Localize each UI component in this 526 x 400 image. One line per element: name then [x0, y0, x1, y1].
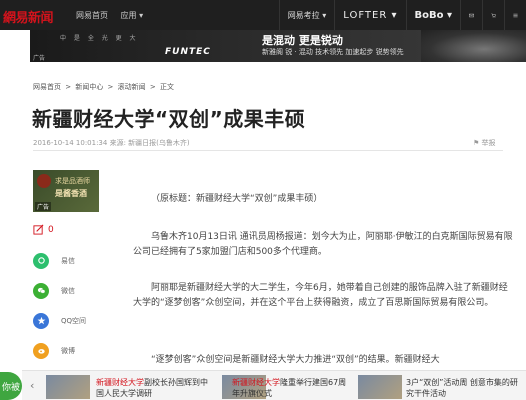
- news-thumbnail[interactable]: [358, 375, 402, 399]
- news-highlight: 新疆财经大学: [96, 378, 144, 387]
- banner-subtitle: 新雅阁 锐 · 混动 技术领先 加速起步 锐势领先: [262, 48, 404, 56]
- nav-left: 网易首页 应用 ▾: [76, 10, 153, 21]
- comment-edit-icon: [33, 224, 44, 235]
- related-news-bar: ‹ 新疆财经大学副校长孙国辉到中国人民大学调研 新疆财经大学隆重举行建国67周年…: [22, 370, 526, 400]
- cart-icon[interactable]: [482, 0, 504, 30]
- chevron-left-icon[interactable]: ‹: [30, 379, 34, 392]
- article-title: 新疆财经大学“双创”成果丰硕: [32, 107, 306, 131]
- breadcrumb: 网易首页 > 新闻中心 > 滚动新闻 > 正文: [33, 82, 176, 92]
- report-link[interactable]: ⚑ 举报: [473, 138, 496, 148]
- floating-tab[interactable]: 你被: [0, 372, 22, 400]
- menu-icon[interactable]: [504, 0, 526, 30]
- crumb-current: 正文: [159, 83, 174, 91]
- qzone-icon: [33, 312, 49, 329]
- article-paragraph: 乌鲁木齐10月13日讯 通讯员周杨报道：划今大为止，阿丽耶·伊敏江的白克斯国际贸…: [133, 232, 513, 257]
- mail-icon[interactable]: [460, 0, 482, 30]
- share-qzone-button[interactable]: QQ空间: [33, 311, 99, 330]
- top-nav-bar: 網易新闻 网易首页 应用 ▾ 网易考拉 ▾ LOFTER ▾ BoBo ▾: [0, 0, 526, 30]
- article-meta: 2016-10-14 10:01:34 来源: 新疆日报(乌鲁木齐) ⚑ 举报: [33, 138, 496, 148]
- share-label: 微博: [61, 346, 75, 355]
- wechat-icon: [33, 282, 49, 299]
- netease-news-logo[interactable]: 網易新闻: [3, 7, 54, 26]
- weibo-icon: [33, 342, 49, 359]
- share-label: 微信: [61, 286, 75, 295]
- related-news-item[interactable]: 3户“双创”活动周 创意市集的研究干件活动: [406, 377, 524, 399]
- ad-banner[interactable]: 中 是 全 光 更 大 FUNTEC 是混动 更是锐动 新雅阁 锐 · 混动 技…: [30, 30, 526, 62]
- share-label: QQ空间: [61, 316, 87, 325]
- related-news-item[interactable]: 新疆财经大学副校长孙国辉到中国人民大学调研: [96, 377, 214, 399]
- share-label: 易信: [61, 256, 75, 265]
- ad-seal-icon: [37, 174, 51, 188]
- crumb-sep: >: [147, 83, 158, 91]
- yixin-icon: [33, 252, 49, 269]
- article-paragraph: （原标题：新疆财经大学“双创”成果丰硕）: [151, 194, 323, 204]
- banner-car-image: [421, 30, 526, 62]
- banner-ad-label: 广告: [33, 55, 46, 62]
- article-paragraph: “逐梦创客”众创空间是新疆财经大学大力推进“双创”的结果。新疆财经大: [151, 355, 440, 365]
- crumb-home[interactable]: 网易首页: [33, 83, 61, 91]
- news-thumbnail[interactable]: [46, 375, 90, 399]
- banner-slogan: 是混动 更是锐动: [262, 34, 343, 47]
- publish-info: 2016-10-14 10:01:34 来源: 新疆日报(乌鲁木齐): [33, 139, 190, 147]
- divider: [33, 150, 503, 151]
- nav-home-link[interactable]: 网易首页: [76, 11, 108, 20]
- article-paragraph: 阿丽耶是新疆财经大学的大二学生，今年6月，她带着自己创建的服饰品牌入驻了新疆财经…: [133, 283, 508, 308]
- share-weibo-button[interactable]: 微博: [33, 341, 99, 360]
- crumb-sep: >: [105, 83, 116, 91]
- ad-line2: 是酱香酒: [55, 189, 87, 198]
- nav-right: 网易考拉 ▾ LOFTER ▾ BoBo ▾: [278, 0, 526, 30]
- crumb-rolling-news[interactable]: 滚动新闻: [118, 83, 146, 91]
- sidebar-ad[interactable]: 求是品酒师 是酱香酒 广告: [33, 170, 99, 212]
- nav-kaola-link[interactable]: 网易考拉 ▾: [278, 0, 335, 30]
- nav-lofter-link[interactable]: LOFTER ▾: [334, 0, 405, 30]
- news-text: 3户“双创”活动周 创意市集的研究干件活动: [406, 378, 518, 398]
- crumb-news-center[interactable]: 新闻中心: [75, 83, 103, 91]
- ad-tag: 广告: [35, 202, 52, 211]
- nav-apps-link[interactable]: 应用 ▾: [121, 11, 144, 20]
- nav-bobo-link[interactable]: BoBo ▾: [405, 0, 461, 30]
- banner-tiny-text: 中 是 全 光 更 大: [60, 35, 139, 42]
- comment-count: 0: [48, 224, 54, 235]
- crumb-sep: >: [63, 83, 74, 91]
- related-news-item[interactable]: 新疆财经大学隆重举行建国67周年升旗仪式: [232, 377, 350, 399]
- banner-brand: FUNTEC: [165, 47, 211, 57]
- share-wechat-button[interactable]: 微信: [33, 281, 99, 300]
- comment-count-button[interactable]: 0: [33, 224, 54, 235]
- share-yixin-button[interactable]: 易信: [33, 251, 99, 270]
- news-highlight: 新疆财经大学: [232, 378, 280, 387]
- ad-line1: 求是品酒师: [55, 177, 90, 185]
